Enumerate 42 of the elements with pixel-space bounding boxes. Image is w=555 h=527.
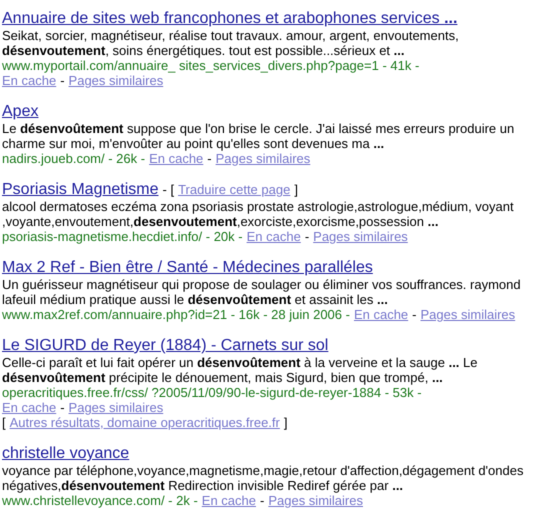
result-link[interactable]: Pages similaires [68,400,164,415]
translate-link[interactable]: Traduire cette page [178,180,290,199]
result-title-link[interactable]: Apex [2,102,38,121]
result-link[interactable]: Pages similaires [216,151,310,166]
result-snippet: Seikat, sorcier, magnétiseur, réalise tout travaux. amour, argent, envoutements, désenvoutement, soins énergétiques. tout est possible...sérieux et ... [2,28,460,58]
result-link[interactable]: Pages similaires [420,307,516,322]
result-snippet: voyance par téléphone,voyance,magnetisme,magie,retour d'affection,dégagement d'ondes négatives,désenvoutement Redirection invisible Rediref gérée par ... [2,463,524,493]
separator-text: - [60,400,65,415]
separator-text: - [304,229,310,244]
separator-text: - [412,307,416,322]
result-url: www.max2ref.com/annuaire.php?id=21 - 16k - 28 juin 2006 - [2,307,350,322]
separator-text: ] [294,181,298,199]
result-title-link[interactable]: Max 2 Ref - Bien être / Santé - Médecines paralléles [2,258,373,277]
result-title-link[interactable]: Annuaire de sites web francophones et arabophones services ... [2,9,458,28]
result-link[interactable]: En cache [246,229,301,244]
result-url: nadirs.joueb.com/ - 26k - [2,151,146,166]
result-link[interactable]: En cache [2,73,56,88]
separator-text: - [207,151,212,166]
result-link[interactable]: Pages similaires [68,73,164,88]
result-title-link[interactable]: christelle voyance [2,444,130,463]
result-link[interactable]: En cache [2,400,56,415]
separator-text: - [260,493,264,508]
result-url: www.myportail.com/annuaire_ sites_services_divers.php?page=1 - 41k - [2,58,420,73]
result-link[interactable]: Pages similaires [268,493,363,508]
separator-text: ] [284,415,288,430]
result-url: psoriasis-magnetisme.hecdiet.info/ - 20k - [2,229,243,244]
result-title-link[interactable]: Le SIGURD de Reyer (1884) - Carnets sur sol [2,336,328,355]
result-link[interactable]: En cache [354,307,408,322]
result-snippet: alcool dermatoses eczéma zona psoriasis prostate astrologie,astrologue,médium, voyant ,voyante,envoutement,desenvoutement,exorciste,exorcisme,possession ... [2,199,515,229]
result-url: operacritiques.free.fr/css/ ?2005/11/09/90-le-sigurd-de-reyer-1884 - 53k - [2,385,422,400]
result-snippet: Un guérisseur magnétiseur qui propose de soulager ou éliminer vos souffrances. raymond lafeuil médium pratique aussi le désenvoûtement et assainit les ... [2,277,522,307]
result-snippet: Le désenvoûtement suppose que l'on brise le cercle. J'ai laissé mes erreurs produire un charme sur moi, m'envoûter au point qu'elles sont devenues ma ... [2,121,516,151]
result-url: www.christellevoyance.com/ - 2k - [2,493,198,508]
result-link[interactable]: Autres résultats, domaine operacritiques.free.fr [10,415,280,430]
separator-text: [ [2,415,6,430]
result-link[interactable]: Pages similaires [313,229,408,244]
result-title-link[interactable]: Psoriasis Magnetisme [2,180,158,199]
result-link[interactable]: En cache [149,151,204,166]
separator-text: - [60,73,65,88]
result-link[interactable]: En cache [202,493,256,508]
separator-text: - [ [162,181,174,199]
result-snippet: Celle-ci paraît et lui fait opérer un désenvoûtement à la verveine et la sauge ... Le désenvoûtement précipite le dénouement, mais Sigurd, bien que trompé, ... [2,355,478,385]
